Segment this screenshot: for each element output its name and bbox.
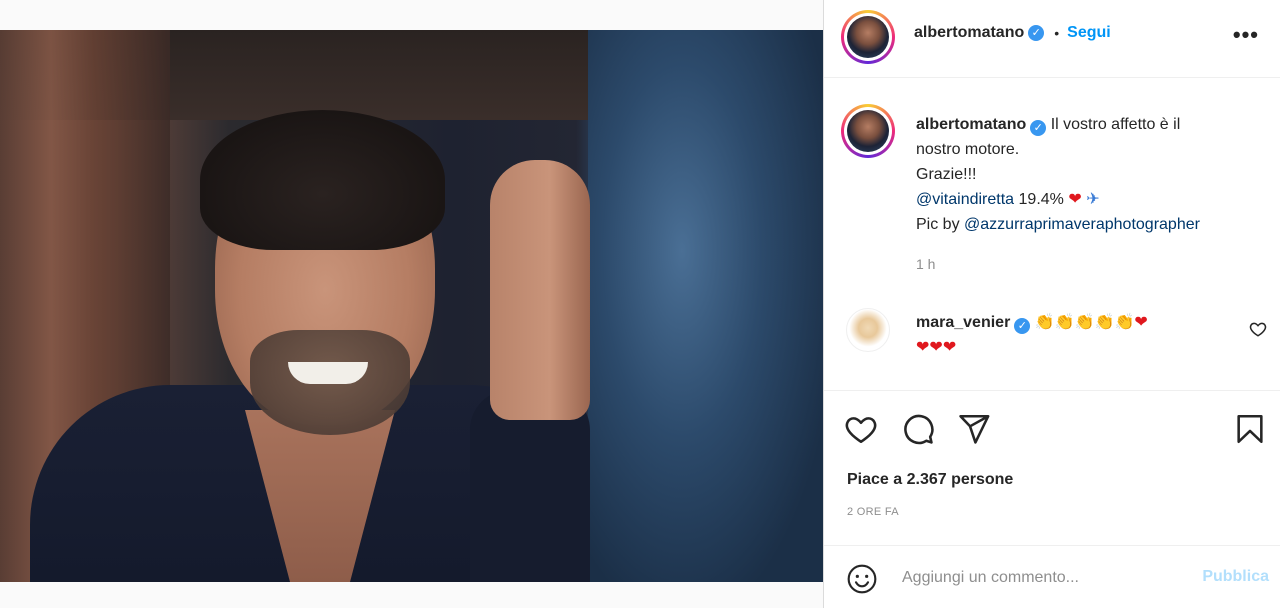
comment-icon[interactable] (901, 412, 935, 446)
caption-text: albertomatano ✓ Il vostro affetto è il no… (916, 112, 1266, 237)
caption-author-avatar[interactable] (841, 104, 895, 158)
avatar-picture (847, 16, 889, 58)
photo-raised-arm (490, 160, 590, 420)
likes-count[interactable]: Piace a 2.367 persone (847, 471, 1013, 489)
more-options-icon[interactable]: ••• (1233, 22, 1259, 48)
clap-emojis: 👏👏👏👏👏 (1034, 314, 1135, 331)
comment-text: mara_venier ✓ 👏👏👏👏👏❤ ❤❤❤ (916, 310, 1236, 360)
photo-hair (200, 110, 445, 250)
verified-badge-icon: ✓ (1014, 318, 1031, 334)
author-avatar[interactable] (841, 10, 895, 64)
caption-line-1: Il vostro affetto è il (1050, 116, 1181, 133)
heart-emoji-icon: ❤ (1068, 191, 1082, 208)
photo-smile (288, 362, 368, 384)
caption-timestamp[interactable]: 1 h (916, 256, 935, 272)
bookmark-icon[interactable] (1233, 412, 1267, 446)
verified-badge-icon: ✓ (1028, 25, 1045, 41)
caption-line-2: nostro motore. (916, 141, 1020, 158)
caption-author-username[interactable]: albertomatano (916, 116, 1026, 133)
author-username[interactable]: albertomatano (914, 24, 1024, 42)
heart-emoji-icon: ❤ (1134, 314, 1148, 331)
author-row: albertomatano ✓ • Segui (914, 24, 1111, 42)
heart-emojis: ❤❤❤ (916, 339, 957, 356)
separator-dot: • (1054, 25, 1060, 41)
avatar-picture (847, 110, 889, 152)
post-side-panel: albertomatano ✓ • Segui ••• albertomatan… (823, 0, 1280, 608)
comment-like-heart-icon[interactable] (1249, 320, 1267, 338)
photographer-mention-link[interactable]: @azzurraprimaveraphotographer (964, 216, 1200, 233)
action-bar (824, 392, 1280, 472)
media-area (0, 0, 823, 608)
commenter-username[interactable]: mara_venier (916, 314, 1010, 331)
post-photo[interactable] (0, 30, 823, 582)
commenter-avatar[interactable] (846, 308, 890, 352)
post-timestamp[interactable]: 2 ORE FA (847, 506, 899, 518)
caption-pic-by: Pic by (916, 216, 960, 233)
verified-badge-icon: ✓ (1030, 120, 1047, 136)
emoji-icon[interactable] (846, 563, 878, 595)
caption-line-3: Grazie!!! (916, 166, 977, 183)
heart-icon[interactable] (844, 412, 878, 446)
add-comment-bar: Pubblica (824, 545, 1280, 608)
publish-button[interactable]: Pubblica (1202, 568, 1269, 586)
comments-list[interactable]: albertomatano ✓ Il vostro affetto è il no… (824, 79, 1280, 391)
post-header: albertomatano ✓ • Segui ••• (824, 0, 1280, 78)
share-icon[interactable] (957, 412, 991, 446)
mention-link[interactable]: @vitaindiretta (916, 191, 1014, 208)
follow-button[interactable]: Segui (1067, 24, 1111, 42)
airplane-emoji-icon: ✈ (1086, 191, 1100, 208)
instagram-post-view: albertomatano ✓ • Segui ••• albertomatan… (0, 0, 1280, 608)
caption-stat: 19.4% (1018, 191, 1064, 208)
photo-bg-pillar (588, 30, 823, 582)
comment-input[interactable] (902, 564, 1172, 592)
